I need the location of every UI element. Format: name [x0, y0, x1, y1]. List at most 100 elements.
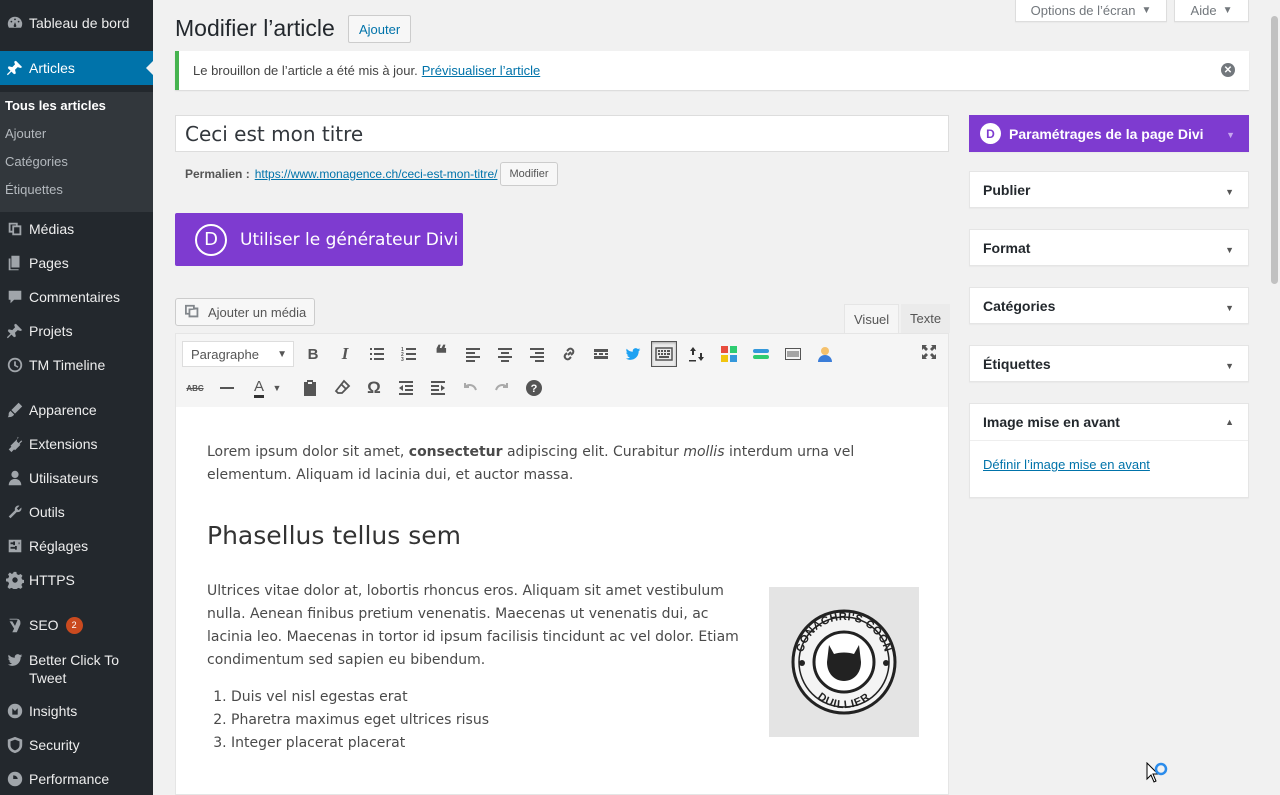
sidebar-item-https[interactable]: HTTPS: [0, 563, 153, 597]
upload-download-icon[interactable]: [684, 341, 710, 367]
yoast-icon: [0, 616, 29, 634]
sidebar-item-tools[interactable]: Outils: [0, 495, 153, 529]
post-title-input[interactable]: Ceci est mon titre: [175, 115, 949, 152]
divi-builder-button[interactable]: D Utiliser le générateur Divi: [175, 213, 463, 266]
admin-sidebar: Tableau de bord Articles Tous les articl…: [0, 0, 153, 795]
sidebar-item-media[interactable]: Médias: [0, 212, 153, 246]
editor-content[interactable]: Lorem ipsum dolor sit amet, consectetur …: [175, 407, 949, 795]
sidebar-item-settings[interactable]: Réglages: [0, 529, 153, 563]
page-scrollbar[interactable]: [1269, 0, 1280, 795]
toggle-arrow-icon[interactable]: ▼: [1226, 130, 1235, 140]
toolbar-toggle-icon[interactable]: [651, 341, 677, 367]
button-shortcode-icon[interactable]: [748, 341, 774, 367]
submenu-all-articles[interactable]: Tous les articles: [5, 98, 106, 113]
permalink-url[interactable]: https://www.monagence.ch/ceci-est-mon-ti…: [255, 167, 498, 181]
conachris-coon-logo: CONACHRI'S COON DUILLIER: [769, 587, 919, 737]
submenu-tags[interactable]: Étiquettes: [5, 182, 63, 197]
sidebar-item-label: TM Timeline: [29, 357, 106, 373]
sidebar-item-appearance[interactable]: Apparence: [0, 393, 153, 427]
svg-text:3: 3: [401, 357, 404, 363]
sidebar-item-tm-timeline[interactable]: TM Timeline: [0, 348, 153, 382]
sidebar-item-performance[interactable]: Performance: [0, 762, 153, 795]
toggle-arrow-icon[interactable]: ▼: [1225, 361, 1234, 371]
scrollbar-thumb[interactable]: [1271, 16, 1278, 284]
link-icon[interactable]: [556, 341, 582, 367]
list-item: Duis vel nisl egestas erat: [231, 686, 489, 709]
sidebar-item-pages[interactable]: Pages: [0, 246, 153, 280]
divider-shortcode-icon[interactable]: [780, 341, 806, 367]
toggle-arrow-icon[interactable]: ▼: [1225, 187, 1234, 197]
numbered-list-icon[interactable]: 123: [396, 341, 422, 367]
tab-visual[interactable]: Visuel: [844, 304, 900, 333]
help-icon[interactable]: ?: [521, 375, 547, 401]
shortcodes-icon[interactable]: [716, 341, 742, 367]
format-postbox[interactable]: Format ▼: [969, 229, 1249, 266]
help-button[interactable]: Aide ▼: [1174, 0, 1249, 22]
caret-down-icon[interactable]: ▼: [270, 375, 284, 401]
tab-text[interactable]: Texte: [901, 304, 951, 333]
set-featured-image-link[interactable]: Définir l’image mise en avant: [983, 457, 1150, 472]
performance-icon: [0, 770, 29, 788]
blockquote-icon[interactable]: ❝: [428, 341, 454, 367]
sidebar-item-articles[interactable]: Articles: [0, 51, 153, 85]
permalink-edit-button[interactable]: Modifier: [500, 162, 558, 186]
text-color-icon[interactable]: A: [246, 375, 272, 401]
undo-icon[interactable]: [457, 375, 483, 401]
sidebar-item-better-click-to-tweet[interactable]: Better Click To Tweet: [0, 648, 153, 688]
align-center-icon[interactable]: [492, 341, 518, 367]
toggle-arrow-icon[interactable]: ▲: [1225, 417, 1234, 427]
align-right-icon[interactable]: [524, 341, 550, 367]
twitter-icon[interactable]: [620, 341, 646, 367]
add-media-button[interactable]: Ajouter un média: [175, 298, 316, 326]
postbox-header[interactable]: Image mise en avant ▲: [970, 404, 1248, 441]
italic-icon[interactable]: I: [332, 341, 358, 367]
preview-link[interactable]: Prévisualiser l’article: [422, 63, 540, 78]
outdent-icon[interactable]: [393, 375, 419, 401]
sidebar-item-comments[interactable]: Commentaires: [0, 280, 153, 314]
fullscreen-icon[interactable]: [916, 339, 942, 365]
strikethrough-icon[interactable]: ABC: [182, 375, 208, 401]
divi-settings-postbox[interactable]: D Paramétrages de la page Divi ▼: [969, 115, 1249, 152]
sidebar-item-label: Apparence: [29, 402, 97, 418]
sidebar-item-projects[interactable]: Projets: [0, 314, 153, 348]
content-image[interactable]: CONACHRI'S COON DUILLIER: [769, 587, 919, 737]
divi-builder-label: Utiliser le générateur Divi: [240, 229, 459, 250]
sidebar-item-label: HTTPS: [29, 572, 75, 588]
submenu-add[interactable]: Ajouter: [5, 126, 46, 141]
user-shortcode-icon[interactable]: [812, 341, 838, 367]
sidebar-item-dashboard[interactable]: Tableau de bord: [0, 6, 153, 40]
sidebar-item-security[interactable]: Security: [0, 728, 153, 762]
horizontal-line-icon[interactable]: [214, 375, 240, 401]
tags-postbox[interactable]: Étiquettes ▼: [969, 345, 1249, 382]
users-icon: [0, 469, 29, 487]
permalink-label: Permalien :: [185, 167, 250, 181]
toggle-arrow-icon[interactable]: ▼: [1225, 245, 1234, 255]
align-left-icon[interactable]: [460, 341, 486, 367]
clear-formatting-icon[interactable]: [329, 375, 355, 401]
sidebar-item-label: Better Click To Tweet: [29, 652, 119, 686]
screen-options-button[interactable]: Options de l’écran ▼: [1015, 0, 1167, 22]
paste-text-icon[interactable]: [297, 375, 323, 401]
busy-cursor-icon: [1146, 762, 1168, 783]
indent-icon[interactable]: [425, 375, 451, 401]
bold-icon[interactable]: B: [300, 341, 326, 367]
redo-icon[interactable]: [489, 375, 515, 401]
sidebar-item-users[interactable]: Utilisateurs: [0, 461, 153, 495]
sidebar-item-insights[interactable]: Insights: [0, 694, 153, 728]
content-heading: Phasellus tellus sem: [207, 521, 462, 550]
submenu-categories[interactable]: Catégories: [5, 154, 68, 169]
sidebar-item-seo[interactable]: SEO 2: [0, 608, 153, 642]
format-select[interactable]: Paragraphe ▼: [182, 341, 294, 367]
bullet-list-icon[interactable]: [364, 341, 390, 367]
sidebar-item-label: Outils: [29, 504, 65, 520]
add-new-button[interactable]: Ajouter: [348, 15, 412, 43]
omega-icon[interactable]: Ω: [361, 375, 387, 401]
read-more-icon[interactable]: [588, 341, 614, 367]
publish-postbox[interactable]: Publier ▼: [969, 171, 1249, 208]
editor-toolbar: Paragraphe ▼ B I 123 ❝ ABC A ▼ Ω ?: [175, 333, 949, 408]
sidebar-item-plugins[interactable]: Extensions: [0, 427, 153, 461]
dismiss-icon[interactable]: ✕: [1221, 63, 1235, 77]
toggle-arrow-icon[interactable]: ▼: [1225, 303, 1234, 313]
sidebar-item-label: Réglages: [29, 538, 89, 554]
categories-postbox[interactable]: Catégories ▼: [969, 287, 1249, 324]
